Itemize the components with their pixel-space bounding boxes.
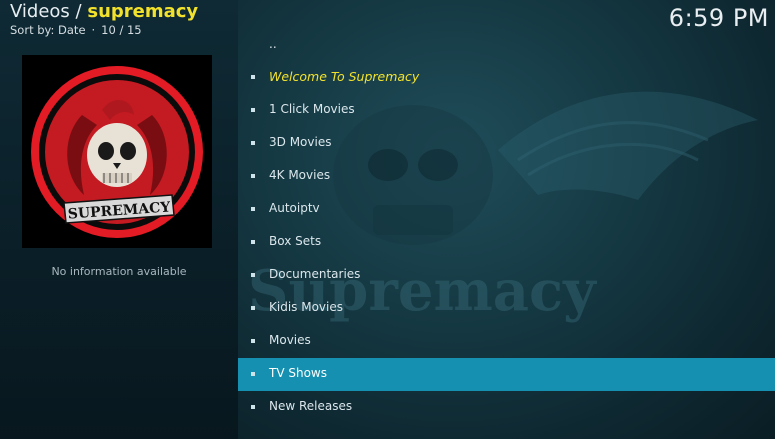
list-item[interactable]: Movies <box>238 325 775 358</box>
list-item-parent[interactable]: .. <box>238 33 775 61</box>
bullet-icon <box>251 240 255 244</box>
breadcrumb: Videos / supremacy <box>10 2 198 22</box>
bullet-icon <box>251 405 255 409</box>
clock: 6:59 PM <box>668 4 769 32</box>
sort-dot: · <box>91 23 96 37</box>
info-text: No information available <box>51 265 187 278</box>
addon-thumbnail: SUPREMACY <box>22 55 212 248</box>
sort-label[interactable]: Sort by: Date <box>10 23 86 37</box>
sort-info: Sort by: Date · 10 / 15 <box>10 23 198 37</box>
list-item[interactable]: Welcome To Supremacy <box>238 61 775 94</box>
list-item[interactable]: 1 Click Movies <box>238 94 775 127</box>
list-item-label: Autoiptv <box>269 201 320 215</box>
bullet-icon <box>251 372 255 376</box>
supremacy-logo-icon: SUPREMACY <box>22 55 212 248</box>
list-item[interactable]: Documentaries <box>238 259 775 292</box>
bullet-icon <box>251 207 255 211</box>
list-item-label: TV Shows <box>269 366 327 380</box>
list-item-label: Documentaries <box>269 267 361 281</box>
item-position: 10 / 15 <box>101 23 142 37</box>
list-item-label: Movies <box>269 333 311 347</box>
list-item-label: 1 Click Movies <box>269 102 355 116</box>
parent-folder-label: .. <box>269 37 277 51</box>
bullet-icon <box>251 75 255 79</box>
list-item[interactable]: Box Sets <box>238 226 775 259</box>
list-item[interactable]: Autoiptv <box>238 193 775 226</box>
list-item-label: 3D Movies <box>269 135 332 149</box>
bullet-icon <box>251 141 255 145</box>
list-item[interactable]: New Releases <box>238 391 775 424</box>
bullet-icon <box>251 306 255 310</box>
list-item[interactable]: 4K Movies <box>238 160 775 193</box>
item-list: .. Welcome To Supremacy 1 Click Movies 3… <box>238 33 775 424</box>
list-item-label: Kidis Movies <box>269 300 343 314</box>
bullet-icon <box>251 339 255 343</box>
list-item-label: New Releases <box>269 399 353 413</box>
list-item-label: 4K Movies <box>269 168 331 182</box>
breadcrumb-separator: / <box>75 1 82 22</box>
list-item-label: Box Sets <box>269 234 322 248</box>
bullet-icon <box>251 174 255 178</box>
breadcrumb-section[interactable]: Videos <box>10 1 70 22</box>
header: Videos / supremacy Sort by: Date · 10 / 15 <box>10 2 198 38</box>
list-item-label: Welcome To Supremacy <box>269 69 420 84</box>
bullet-icon <box>251 108 255 112</box>
bullet-icon <box>251 273 255 277</box>
list-item-selected[interactable]: TV Shows <box>238 358 775 391</box>
list-item[interactable]: 3D Movies <box>238 127 775 160</box>
list-item[interactable]: Kidis Movies <box>238 292 775 325</box>
breadcrumb-addon: supremacy <box>87 1 199 22</box>
